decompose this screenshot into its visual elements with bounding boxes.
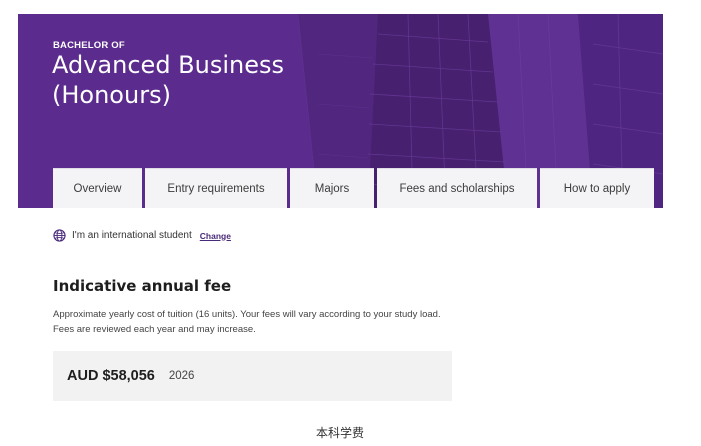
tab-entry-requirements[interactable]: Entry requirements xyxy=(145,168,287,208)
tab-label: How to apply xyxy=(563,182,631,195)
tab-label: Overview xyxy=(73,182,122,195)
fee-description: Approximate yearly cost of tuition (16 u… xyxy=(53,309,441,335)
page: BACHELOR OF Advanced Business (Honours) … xyxy=(0,0,701,446)
tab-label: Fees and scholarships xyxy=(399,182,515,195)
page-title: Advanced Business (Honours) xyxy=(52,51,285,109)
tab-fees-and-scholarships[interactable]: Fees and scholarships xyxy=(377,168,537,208)
student-type-selector: I'm an international student Change xyxy=(53,229,231,242)
fee-summary-box: AUD $58,056 2026 xyxy=(53,351,452,401)
tab-how-to-apply[interactable]: How to apply xyxy=(540,168,654,208)
student-type-label: I'm an international student xyxy=(72,230,192,241)
tab-label: Entry requirements xyxy=(167,182,265,195)
tab-overview[interactable]: Overview xyxy=(53,168,142,208)
fee-year: 2026 xyxy=(168,370,195,382)
tab-label: Majors xyxy=(314,182,350,195)
tab-majors[interactable]: Majors xyxy=(290,168,374,208)
change-student-type-link[interactable]: Change xyxy=(200,231,231,241)
image-caption: 本科学费 xyxy=(315,426,364,440)
fee-heading: Indicative annual fee xyxy=(53,277,232,295)
globe-icon xyxy=(53,229,66,242)
fee-amount: AUD $58,056 xyxy=(67,368,155,384)
